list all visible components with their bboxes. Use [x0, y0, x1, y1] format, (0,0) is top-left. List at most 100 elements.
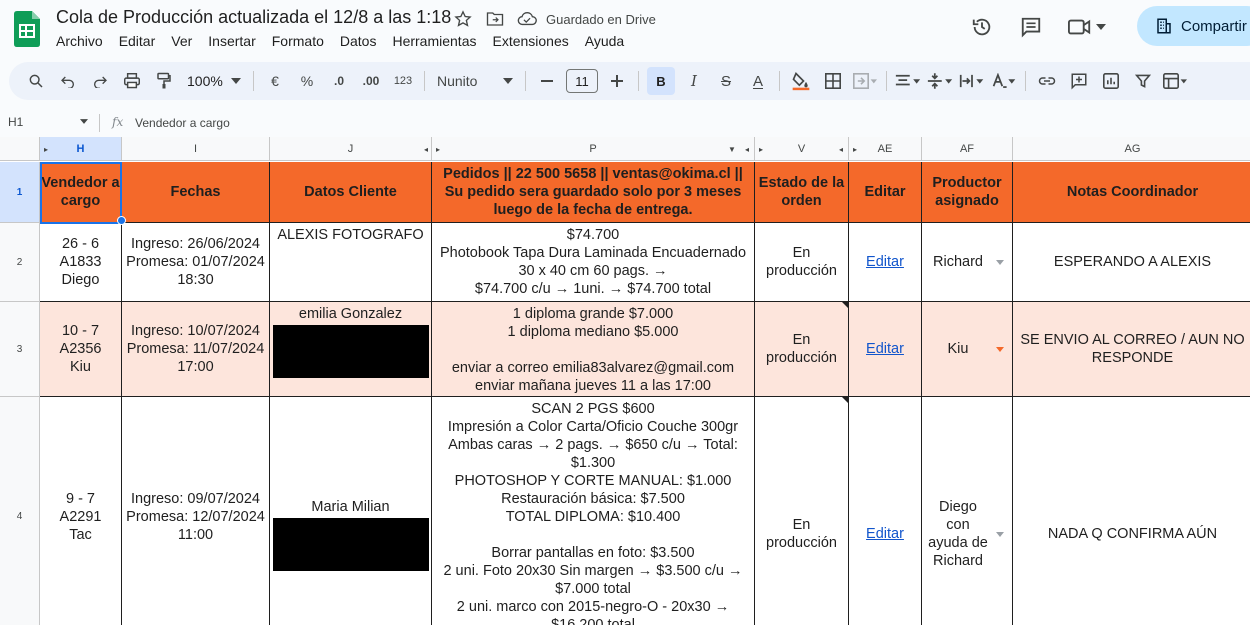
cell-pedidos[interactable]: 1 diploma grande $7.000 1 diploma median…: [432, 302, 755, 397]
paint-format-icon[interactable]: [151, 67, 177, 95]
expand-hidden-columns-icon[interactable]: ◂: [839, 145, 843, 154]
italic-button[interactable]: I: [681, 67, 707, 95]
cell-estado[interactable]: En producción: [755, 302, 849, 397]
column-header-ae[interactable]: AE: [849, 137, 922, 161]
zoom-select[interactable]: 100%: [183, 67, 245, 95]
font-size-input[interactable]: 11: [566, 69, 598, 93]
expand-hidden-columns-icon[interactable]: ▸: [853, 145, 857, 154]
name-box[interactable]: H1: [8, 115, 23, 129]
header-cell-estado[interactable]: Estado de la orden: [755, 162, 849, 223]
spreadsheet-grid[interactable]: H I J P V AE AF AG ▸ ◂ ▸ ▼ ◂ ▸ ◂ ▸ 1 2 3…: [0, 137, 1250, 625]
print-icon[interactable]: [119, 67, 145, 95]
move-folder-icon[interactable]: [484, 8, 506, 30]
chevron-down-icon[interactable]: [996, 347, 1004, 352]
column-menu-icon[interactable]: ▼: [728, 145, 736, 154]
header-cell-datos-cliente[interactable]: Datos Cliente: [270, 162, 432, 223]
header-cell-pedidos[interactable]: Pedidos || 22 500 5658 || ventas@okima.c…: [432, 162, 755, 223]
cell-datos-cliente[interactable]: emilia Gonzalez: [270, 302, 432, 397]
decrease-font-size-icon[interactable]: [534, 67, 560, 95]
cell-fechas[interactable]: Ingreso: 09/07/2024 Promesa: 12/07/2024 …: [122, 397, 270, 625]
menu-formato[interactable]: Formato: [272, 33, 324, 49]
expand-hidden-columns-icon[interactable]: ▸: [759, 145, 763, 154]
cell-fechas[interactable]: Ingreso: 10/07/2024 Promesa: 11/07/2024 …: [122, 302, 270, 397]
column-header-j[interactable]: J: [270, 137, 432, 161]
expand-hidden-columns-icon[interactable]: ▸: [44, 145, 48, 154]
cell-datos-cliente[interactable]: Maria Milian: [270, 397, 432, 625]
align-horizontal-icon[interactable]: [895, 67, 921, 95]
menu-ayuda[interactable]: Ayuda: [585, 33, 624, 49]
cell-notas[interactable]: SE ENVIO AL CORREO / AUN NO RESPONDE: [1013, 302, 1250, 397]
meet-icon[interactable]: [1063, 10, 1111, 44]
cell-notas[interactable]: ESPERANDO A ALEXIS: [1013, 223, 1250, 302]
cell-vendedor[interactable]: 9 - 7 A2291 Tac: [40, 397, 122, 625]
menu-insertar[interactable]: Insertar: [208, 33, 255, 49]
formula-input[interactable]: Vendedor a cargo: [135, 116, 230, 130]
expand-hidden-columns-icon[interactable]: ◂: [745, 145, 749, 154]
menu-ver[interactable]: Ver: [171, 33, 192, 49]
edit-link[interactable]: Editar: [866, 253, 904, 271]
column-header-v[interactable]: V: [755, 137, 849, 161]
edit-link[interactable]: Editar: [866, 340, 904, 358]
borders-icon[interactable]: [820, 67, 846, 95]
redo-icon[interactable]: [87, 67, 113, 95]
share-button[interactable]: Compartir: [1137, 6, 1250, 46]
column-header-p[interactable]: P: [432, 137, 755, 161]
fill-color-icon[interactable]: [788, 67, 814, 95]
row-header-1[interactable]: 1: [0, 162, 40, 223]
row-header-3[interactable]: 3: [0, 302, 40, 397]
cell-datos-cliente[interactable]: ALEXIS FOTOGRAFO: [270, 223, 432, 302]
text-rotation-icon[interactable]: [991, 67, 1017, 95]
cell-vendedor[interactable]: 10 - 7 A2356 Kiu: [40, 302, 122, 397]
menu-herramientas[interactable]: Herramientas: [392, 33, 476, 49]
menu-extensiones[interactable]: Extensiones: [492, 33, 568, 49]
cell-productor-dropdown[interactable]: Diego con ayuda de Richard: [922, 397, 1013, 625]
document-title[interactable]: Cola de Producción actualizada el 12/8 a…: [56, 7, 451, 28]
insert-comment-icon[interactable]: [1066, 67, 1092, 95]
filter-icon[interactable]: [1130, 67, 1156, 95]
expand-hidden-columns-icon[interactable]: ▸: [436, 145, 440, 154]
search-icon[interactable]: [23, 67, 49, 95]
column-header-h[interactable]: H: [40, 137, 122, 161]
header-cell-fechas[interactable]: Fechas: [122, 162, 270, 223]
bold-button[interactable]: B: [647, 67, 675, 95]
cell-estado[interactable]: En producción: [755, 397, 849, 625]
menu-editar[interactable]: Editar: [119, 33, 156, 49]
currency-button[interactable]: €: [262, 67, 288, 95]
menu-archivo[interactable]: Archivo: [56, 33, 103, 49]
header-cell-vendedor[interactable]: Vendedor a cargo: [40, 162, 122, 223]
sheets-logo-icon[interactable]: [14, 11, 40, 47]
row-header-2[interactable]: 2: [0, 223, 40, 302]
insert-link-icon[interactable]: [1034, 67, 1060, 95]
chevron-down-icon[interactable]: [996, 532, 1004, 537]
column-header-ag[interactable]: AG: [1013, 137, 1250, 161]
cell-fechas[interactable]: Ingreso: 26/06/2024 Promesa: 01/07/2024 …: [122, 223, 270, 302]
cell-notas[interactable]: NADA Q CONFIRMA AÚN: [1013, 397, 1250, 625]
header-cell-editar[interactable]: Editar: [849, 162, 922, 223]
version-history-icon[interactable]: [965, 10, 999, 44]
cloud-saved-icon[interactable]: [516, 8, 538, 30]
cell-pedidos[interactable]: SCAN 2 PGS $600 Impresión a Color Carta/…: [432, 397, 755, 625]
align-vertical-icon[interactable]: [927, 67, 953, 95]
merge-cells-icon[interactable]: [852, 67, 878, 95]
header-cell-productor[interactable]: Productor asignado: [922, 162, 1013, 223]
insert-chart-icon[interactable]: [1098, 67, 1124, 95]
comments-icon[interactable]: [1014, 10, 1048, 44]
more-formats-button[interactable]: 123: [390, 67, 416, 95]
percent-button[interactable]: %: [294, 67, 320, 95]
name-box-dropdown-icon[interactable]: [80, 119, 88, 124]
menu-datos[interactable]: Datos: [340, 33, 377, 49]
filter-views-icon[interactable]: [1162, 67, 1188, 95]
cell-estado[interactable]: En producción: [755, 223, 849, 302]
increase-decimal-button[interactable]: .00: [358, 67, 384, 95]
star-icon[interactable]: [452, 8, 474, 30]
text-wrap-icon[interactable]: [959, 67, 985, 95]
strikethrough-button[interactable]: S: [713, 67, 739, 95]
edit-link[interactable]: Editar: [866, 526, 904, 542]
cell-pedidos[interactable]: $74.700 Photobook Tapa Dura Laminada Enc…: [432, 223, 755, 302]
chevron-down-icon[interactable]: [996, 260, 1004, 265]
column-header-af[interactable]: AF: [922, 137, 1013, 161]
cell-productor-dropdown[interactable]: Kiu: [922, 302, 1013, 397]
header-cell-notas[interactable]: Notas Coordinador: [1013, 162, 1250, 223]
text-color-button[interactable]: A: [745, 67, 771, 95]
undo-icon[interactable]: [55, 67, 81, 95]
